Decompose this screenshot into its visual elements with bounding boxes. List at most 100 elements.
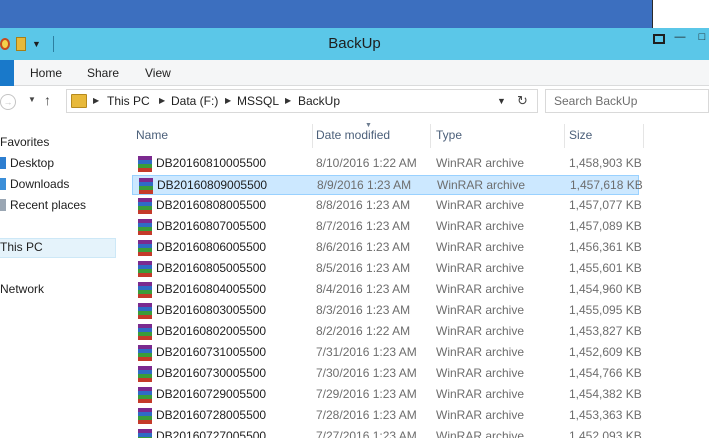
file-name: DB20160727005500 (156, 429, 267, 438)
nav-network[interactable]: Network (0, 279, 44, 299)
refresh-icon[interactable]: ↻ (517, 90, 528, 112)
table-row[interactable]: DB20160728005500 7/28/2016 1:23 AM WinRAR … (132, 406, 642, 426)
tab-home[interactable]: Home (30, 60, 62, 86)
winrar-archive-icon (138, 156, 152, 172)
file-name: DB20160810005500 (156, 156, 267, 170)
column-header-date[interactable]: Date modified (312, 124, 430, 148)
ribbon-tabs: Home Share View (0, 60, 709, 86)
file-size: 1,457,077 KB (569, 198, 642, 212)
winrar-archive-icon (138, 345, 152, 361)
file-name: DB20160803005500 (156, 303, 267, 317)
file-type: WinRAR archive (436, 387, 525, 401)
file-size: 1,458,903 KB (569, 156, 642, 170)
column-divider[interactable] (643, 124, 644, 148)
tab-file[interactable] (0, 60, 14, 86)
search-input[interactable]: Search BackUp (545, 89, 709, 113)
crumb-chevron-icon[interactable]: ▶ (285, 90, 291, 112)
table-row[interactable]: DB20160730005500 7/30/2016 1:23 AM WinRAR … (132, 364, 642, 384)
crumb-chevron-icon[interactable]: ▶ (93, 90, 99, 112)
file-type: WinRAR archive (436, 429, 525, 438)
nav-desktop[interactable]: Desktop (0, 153, 54, 173)
navigation-pane: Favorites Desktop Downloads Recent place… (0, 116, 118, 438)
file-size: 1,452,609 KB (569, 345, 642, 359)
breadcrumb-data-drive[interactable]: Data (F:) (171, 90, 218, 112)
file-date: 8/9/2016 1:23 AM (317, 178, 412, 192)
table-row[interactable]: DB20160805005500 8/5/2016 1:23 AM WinRAR a… (132, 259, 642, 279)
file-size: 1,452,093 KB (569, 429, 642, 438)
column-header-type[interactable]: Type (432, 124, 564, 148)
file-name: DB20160730005500 (156, 366, 267, 380)
table-row[interactable]: DB20160807005500 8/7/2016 1:23 AM WinRAR a… (132, 217, 642, 237)
file-name: DB20160805005500 (156, 261, 267, 275)
crumb-chevron-icon[interactable]: ▶ (225, 90, 231, 112)
breadcrumb-this-pc[interactable]: This PC (107, 90, 150, 112)
table-row[interactable]: DB20160806005500 8/6/2016 1:23 AM WinRAR a… (132, 238, 642, 258)
crumb-chevron-icon[interactable]: ▶ (159, 90, 165, 112)
breadcrumb-backup[interactable]: BackUp (298, 90, 340, 112)
file-name: DB20160731005500 (156, 345, 267, 359)
nav-recent-places[interactable]: Recent places (0, 195, 86, 215)
table-row[interactable]: DB20160810005500 8/10/2016 1:22 AM WinRAR … (132, 154, 642, 174)
file-date: 7/29/2016 1:23 AM (316, 387, 417, 401)
tab-share[interactable]: Share (87, 60, 119, 86)
restore-icon[interactable] (653, 34, 665, 44)
desktop-icon (0, 157, 6, 169)
file-name: DB20160806005500 (156, 240, 267, 254)
file-date: 8/5/2016 1:23 AM (316, 261, 411, 275)
maximize-icon[interactable]: □ (695, 30, 709, 44)
file-size: 1,454,382 KB (569, 387, 642, 401)
minimize-icon[interactable]: — (673, 30, 687, 44)
address-bar[interactable]: ▶ This PC ▶ Data (F:) ▶ MSSQL ▶ BackUp ▼… (66, 89, 538, 113)
nav-favorites[interactable]: Favorites (0, 132, 49, 152)
breadcrumb-mssql[interactable]: MSSQL (237, 90, 279, 112)
table-row[interactable]: DB20160729005500 7/29/2016 1:23 AM WinRAR … (132, 385, 642, 405)
file-date: 8/3/2016 1:23 AM (316, 303, 411, 317)
file-type: WinRAR archive (436, 366, 525, 380)
address-history-chevron-icon[interactable]: ▼ (497, 90, 506, 112)
title-bar[interactable]: ▼ BackUp — □ (0, 28, 709, 60)
nav-recent-label: Recent places (10, 198, 87, 212)
file-name: DB20160729005500 (156, 387, 267, 401)
file-size: 1,453,827 KB (569, 324, 642, 338)
address-row: → ▼ ↑ ▶ This PC ▶ Data (F:) ▶ MSSQL ▶ Ba… (0, 86, 709, 116)
file-type: WinRAR archive (436, 198, 525, 212)
winrar-archive-icon (138, 429, 152, 438)
back-arrow-icon[interactable]: → (0, 94, 16, 110)
table-row[interactable]: DB20160727005500 7/27/2016 1:23 AM WinRAR … (132, 427, 642, 438)
file-date: 8/7/2016 1:23 AM (316, 219, 411, 233)
file-type: WinRAR archive (436, 324, 525, 338)
winrar-archive-icon (138, 282, 152, 298)
file-date: 8/8/2016 1:23 AM (316, 198, 411, 212)
up-arrow-icon[interactable]: ↑ (44, 92, 51, 108)
table-row[interactable]: DB20160731005500 7/31/2016 1:23 AM WinRAR … (132, 343, 642, 363)
file-size: 1,454,960 KB (569, 282, 642, 296)
file-type: WinRAR archive (436, 282, 525, 296)
background-window-edge (652, 0, 709, 28)
nav-this-pc[interactable]: This PC (0, 237, 43, 257)
nav-downloads-label: Downloads (10, 177, 70, 191)
file-name: DB20160808005500 (156, 198, 267, 212)
file-list: Name ▼ Date modified Type Size DB2016081… (118, 116, 709, 438)
recent-locations-chevron-icon[interactable]: ▼ (28, 95, 36, 104)
folder-icon (71, 94, 87, 108)
winrar-archive-icon (138, 408, 152, 424)
window-controls: — □ (649, 30, 709, 44)
table-row[interactable]: DB20160808005500 8/8/2016 1:23 AM WinRAR a… (132, 196, 642, 216)
winrar-archive-icon (138, 387, 152, 403)
table-row[interactable]: DB20160802005500 8/2/2016 1:22 AM WinRAR a… (132, 322, 642, 342)
table-row[interactable]: DB20160809005500 8/9/2016 1:23 AM WinRAR a… (132, 175, 643, 195)
file-size: 1,457,089 KB (569, 219, 642, 233)
file-name: DB20160807005500 (156, 219, 267, 233)
file-type: WinRAR archive (437, 178, 526, 192)
column-divider[interactable] (430, 124, 431, 148)
winrar-archive-icon (138, 261, 152, 277)
table-row[interactable]: DB20160804005500 8/4/2016 1:23 AM WinRAR a… (132, 280, 642, 300)
column-header-size[interactable]: Size (565, 124, 643, 148)
file-date: 8/6/2016 1:23 AM (316, 240, 411, 254)
column-header-name[interactable]: Name (132, 124, 312, 148)
tab-view[interactable]: View (145, 60, 171, 86)
nav-downloads[interactable]: Downloads (0, 174, 69, 194)
file-type: WinRAR archive (436, 219, 525, 233)
table-row[interactable]: DB20160803005500 8/3/2016 1:23 AM WinRAR a… (132, 301, 642, 321)
file-size: 1,456,361 KB (569, 240, 642, 254)
